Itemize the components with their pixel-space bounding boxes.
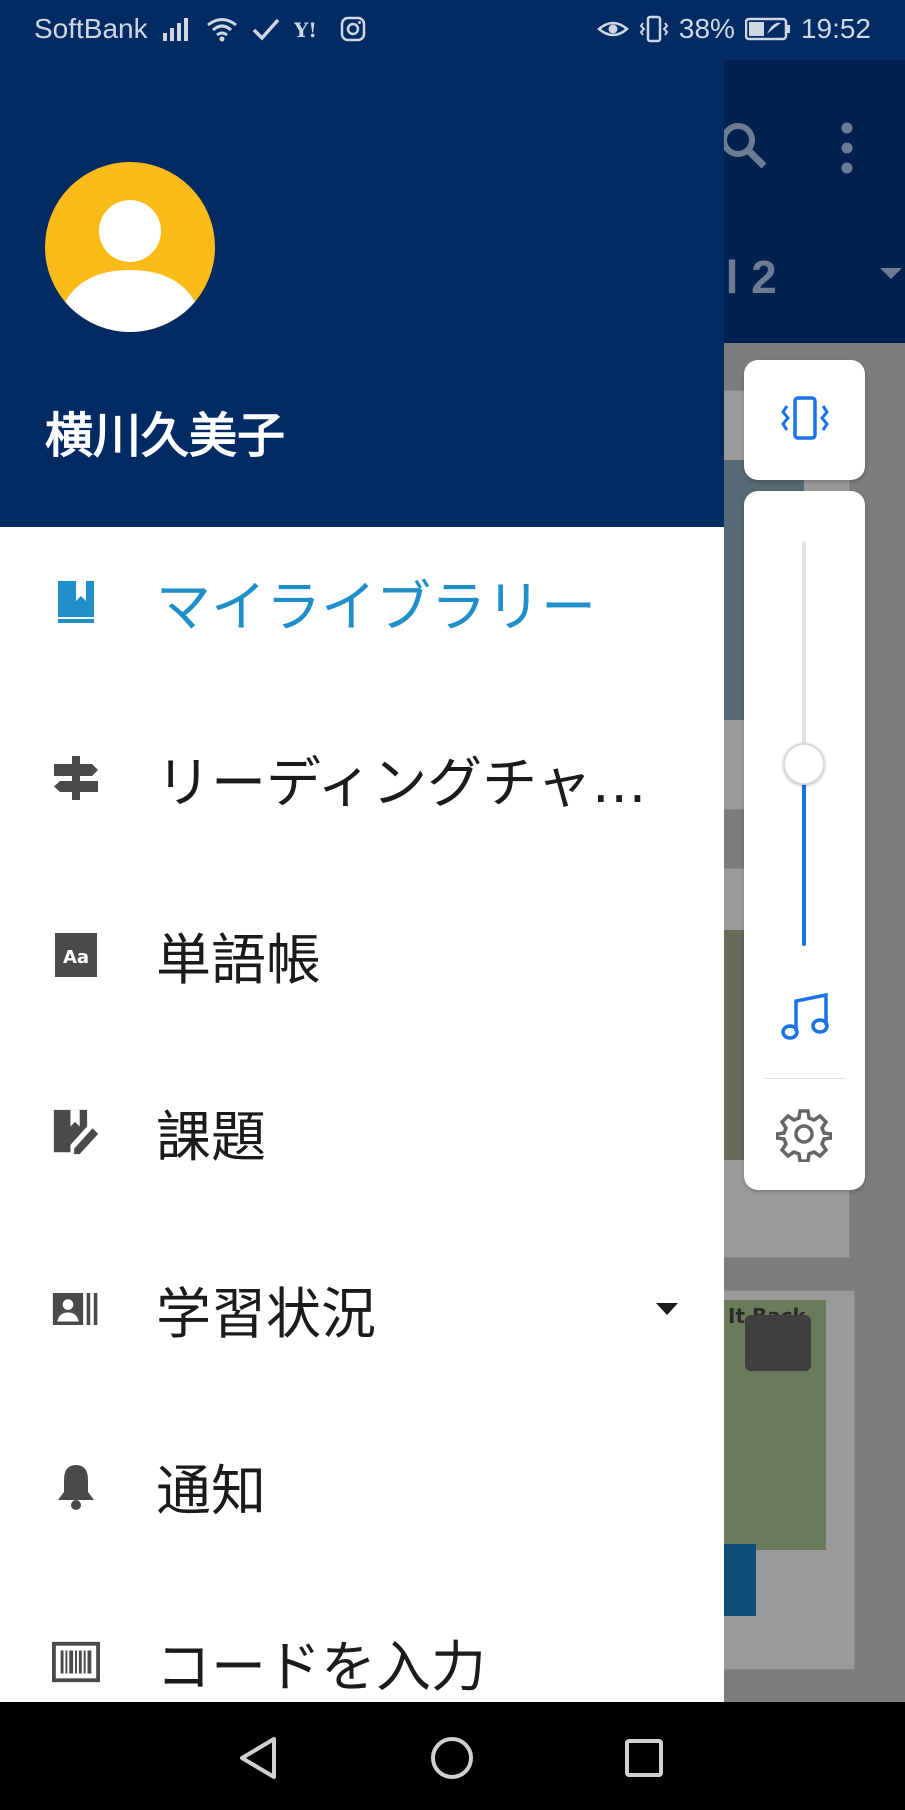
volume-divider (764, 1078, 845, 1079)
dropdown-caret-icon (880, 268, 902, 279)
more-vert-icon (840, 122, 854, 178)
menu-item-label: コードを入力 (156, 1635, 487, 1699)
volume-fill (802, 763, 806, 946)
menu-item-notifications[interactable]: 通知 (0, 1411, 724, 1561)
menu-item-reading-chart[interactable]: リーディングチャ… (0, 703, 724, 853)
avatar[interactable] (45, 162, 215, 332)
library-book-icon (52, 578, 100, 626)
menu-item-assignments[interactable]: 課題 (0, 1057, 724, 1207)
drawer-header: 横川久美子 (0, 60, 724, 527)
recents-icon[interactable] (614, 1728, 674, 1788)
signpost-icon (52, 754, 100, 802)
vibrate-icon (777, 394, 833, 446)
search-icon (718, 120, 768, 174)
check-icon (252, 17, 280, 41)
expand-caret-icon[interactable] (656, 1303, 678, 1315)
navigation-drawer: 横川久美子 マイライブラリー リーディングチャ… Aa 単語帳 課題 学習状況 … (0, 60, 724, 1702)
download-icon (745, 1315, 811, 1371)
signal-icon (162, 17, 192, 41)
menu-item-enter-code[interactable]: コードを入力 (0, 1587, 724, 1702)
battery-icon (744, 17, 791, 41)
clock: 19:52 (800, 13, 871, 44)
system-nav-bar (0, 1702, 905, 1810)
menu-item-label: 単語帳 (156, 928, 322, 992)
bell-icon (52, 1462, 100, 1510)
svg-text:Aa: Aa (63, 947, 89, 968)
menu-item-label: リーディングチャ… (156, 751, 647, 815)
barcode-icon (52, 1638, 100, 1686)
volume-slider-thumb[interactable] (783, 742, 825, 785)
gear-icon[interactable] (775, 1106, 833, 1166)
svg-text:Y!: Y! (294, 18, 317, 41)
vibrate-icon (639, 15, 669, 43)
contact-card-icon (52, 1285, 100, 1333)
status-bar: SoftBank Y! 38% 19:52 (0, 0, 905, 60)
menu-item-learning-status[interactable]: 学習状況 (0, 1234, 724, 1384)
menu-item-my-library[interactable]: マイライブラリー (0, 527, 724, 677)
background-view-icon (724, 1544, 756, 1616)
music-note-icon[interactable] (780, 991, 830, 1047)
instagram-icon (340, 16, 366, 42)
carrier-label: SoftBank (34, 13, 148, 44)
vibrate-mode-button[interactable] (744, 360, 865, 480)
menu-item-label: 学習状況 (156, 1282, 377, 1346)
menu-item-label: 通知 (156, 1459, 267, 1523)
assignment-edit-icon (52, 1108, 100, 1156)
menu-item-label: 課題 (156, 1105, 267, 1169)
menu-item-vocabulary[interactable]: Aa 単語帳 (0, 880, 724, 1030)
yahoo-icon: Y! (294, 17, 326, 41)
eye-icon (596, 17, 629, 41)
user-name: 横川久美子 (45, 408, 286, 464)
menu-item-label: マイライブラリー (156, 575, 597, 639)
wifi-icon (206, 16, 238, 42)
vocabulary-aa-icon: Aa (52, 931, 100, 979)
home-icon[interactable] (422, 1728, 482, 1788)
battery-percent: 38% (678, 13, 735, 44)
back-icon[interactable] (228, 1728, 288, 1788)
volume-panel (744, 491, 865, 1190)
